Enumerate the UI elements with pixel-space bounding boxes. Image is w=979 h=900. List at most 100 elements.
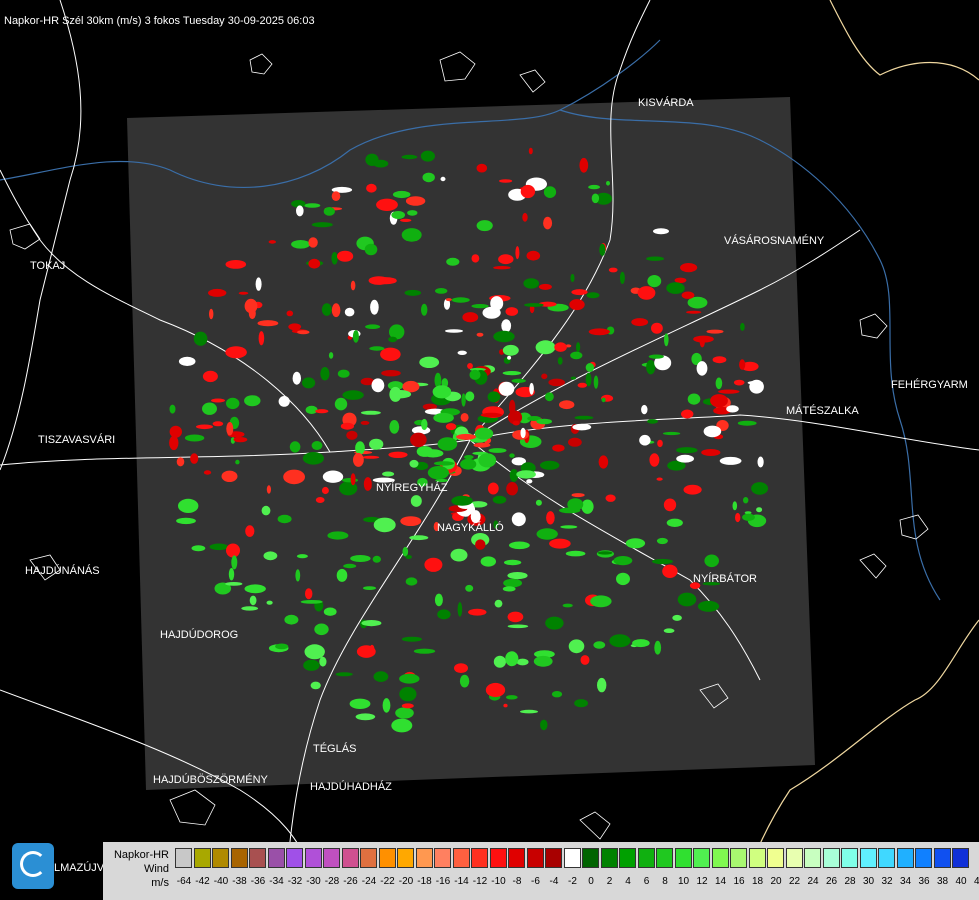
radar-echo	[651, 558, 673, 565]
radar-echo	[373, 517, 396, 533]
radar-echo	[462, 312, 479, 323]
radar-echo	[487, 482, 499, 495]
radar-echo	[184, 434, 205, 442]
legend-swatch	[656, 848, 673, 868]
legend-swatch	[674, 848, 692, 868]
town-label-nyiregyhaza: NYÍREGYHÁZ	[376, 482, 448, 494]
radar-echo	[352, 330, 359, 343]
legend-swatch	[508, 848, 525, 868]
radar-echo	[526, 479, 533, 484]
radar-echo	[435, 288, 448, 294]
radar-echo	[401, 636, 422, 642]
radar-echo	[756, 507, 763, 513]
legend-swatch	[600, 848, 618, 868]
radar-echo	[413, 648, 436, 654]
radar-echo	[526, 250, 541, 261]
radar-echo	[409, 459, 419, 468]
radar-echo	[697, 600, 720, 612]
radar-echo	[424, 557, 443, 572]
radar-echo	[511, 378, 526, 383]
radar-echo	[571, 493, 585, 498]
radar-echo	[405, 555, 412, 559]
radar-echo	[244, 395, 261, 407]
radar-echo	[433, 461, 455, 466]
radar-echo	[549, 538, 571, 549]
legend-swatch	[175, 848, 192, 868]
radar-echo	[225, 260, 247, 269]
radar-echo	[651, 322, 663, 334]
radar-echo	[321, 303, 332, 316]
radar-echo	[572, 423, 592, 431]
radar-echo	[451, 495, 473, 506]
radar-echo	[196, 424, 213, 430]
radar-echo	[409, 535, 429, 541]
radar-echo	[437, 609, 451, 620]
radar-echo	[703, 425, 722, 438]
radar-echo	[420, 150, 435, 162]
radar-echo	[422, 172, 435, 183]
radar-echo	[579, 157, 589, 173]
radar-echo	[337, 369, 350, 378]
radar-echo	[255, 277, 262, 291]
radar-echo	[631, 318, 649, 327]
legend-swatch	[360, 848, 377, 868]
radar-echo	[524, 303, 544, 307]
radar-echo	[641, 404, 648, 415]
radar-echo	[277, 514, 292, 524]
radar-echo	[672, 614, 682, 621]
radar-echo	[327, 531, 349, 540]
radar-echo	[674, 277, 687, 283]
radar-echo	[238, 291, 249, 295]
radar-echo	[654, 640, 662, 655]
radar-echo	[446, 257, 460, 266]
radar-echo	[304, 203, 321, 208]
legend-swatch	[748, 848, 766, 868]
radar-echo	[520, 427, 526, 439]
radar-echo	[335, 672, 353, 677]
radar-echo	[710, 394, 728, 408]
radar-echo	[677, 592, 697, 607]
radar-echo	[212, 421, 224, 427]
radar-echo	[369, 644, 375, 655]
legend-swatch	[785, 848, 803, 868]
radar-echo	[334, 397, 348, 411]
radar-echo	[178, 356, 196, 366]
radar-echo	[311, 441, 323, 450]
radar-echo	[388, 336, 397, 343]
town-label-kisvarda: KISVÁRDA	[638, 97, 694, 109]
radar-echo	[284, 614, 299, 625]
radar-echo	[751, 482, 769, 495]
radar-echo	[460, 458, 477, 470]
legend-swatch	[563, 848, 581, 868]
radar-echo	[376, 198, 398, 211]
radar-map	[0, 0, 979, 900]
radar-echo	[586, 292, 600, 299]
radar-echo	[478, 453, 497, 468]
radar-echo	[342, 478, 358, 483]
radar-echo	[523, 278, 539, 289]
radar-echo	[451, 297, 470, 303]
radar-echo	[209, 308, 214, 320]
radar-echo	[404, 289, 422, 296]
map-title: Napkor-HR Szél 30km (m/s) 3 fokos Tuesda…	[4, 15, 315, 27]
radar-echo	[501, 319, 512, 333]
radar-echo	[699, 336, 705, 348]
radar-echo	[505, 651, 519, 667]
radar-echo	[193, 331, 208, 346]
legend-swatch	[471, 848, 488, 868]
logo-icon	[12, 843, 54, 889]
radar-echo	[499, 179, 513, 183]
radar-echo	[263, 551, 278, 561]
radar-echo	[445, 298, 452, 302]
radar-echo	[209, 543, 229, 551]
radar-echo	[666, 518, 683, 527]
radar-echo	[382, 698, 391, 713]
radar-echo	[511, 512, 526, 527]
radar-echo	[505, 307, 519, 316]
radar-echo	[244, 584, 266, 594]
radar-echo	[571, 289, 588, 296]
radar-echo	[226, 422, 234, 436]
radar-echo	[405, 196, 426, 206]
radar-echo	[191, 545, 206, 552]
radar-echo	[476, 332, 484, 337]
